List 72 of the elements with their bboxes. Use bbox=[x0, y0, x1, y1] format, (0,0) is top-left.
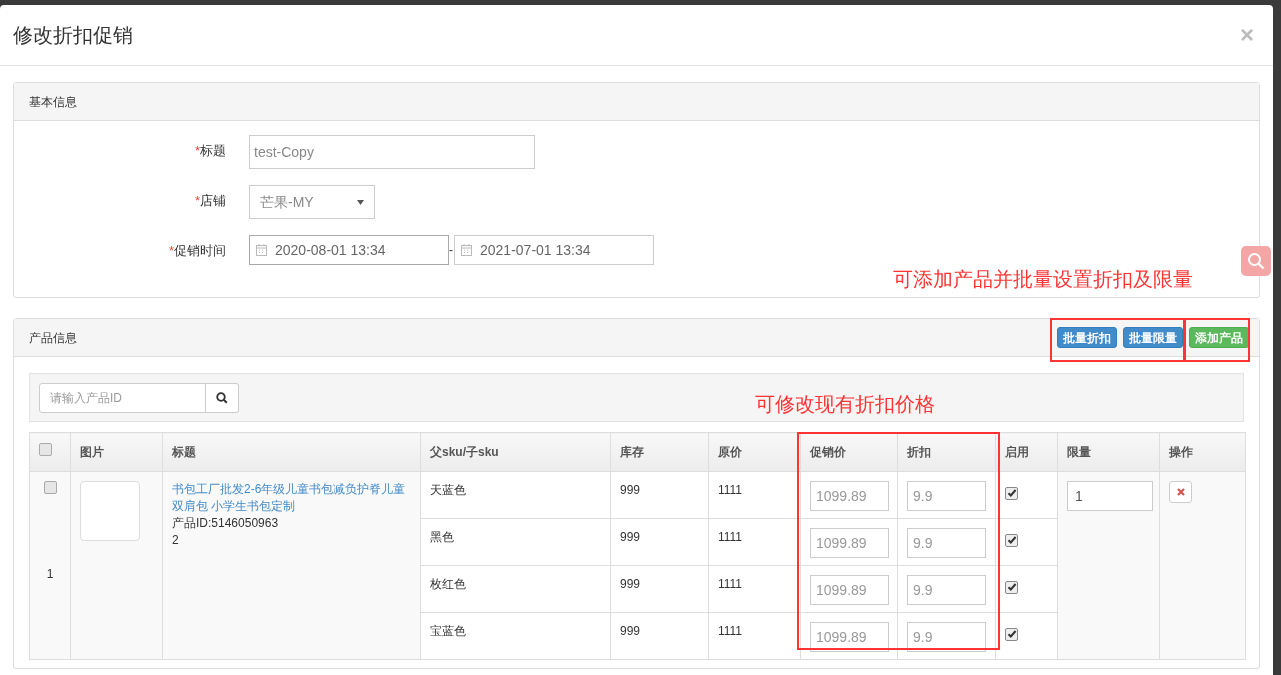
discount-input[interactable]: 9.9 bbox=[907, 575, 986, 605]
column-header: 库存 bbox=[620, 445, 644, 459]
delete-button[interactable] bbox=[1169, 481, 1192, 503]
check-icon bbox=[1006, 629, 1017, 639]
discount-input[interactable]: 9.9 bbox=[907, 622, 986, 652]
discount-input[interactable]: 9.9 bbox=[907, 528, 986, 558]
checkbox[interactable] bbox=[1005, 486, 1018, 500]
check-icon bbox=[1006, 582, 1017, 592]
end-date-field[interactable]: 2021-07-01 13:34 bbox=[454, 235, 654, 265]
column-header: 促销价 bbox=[810, 445, 846, 459]
column-header: 原价 bbox=[718, 445, 742, 459]
dropdown-caret-icon bbox=[357, 199, 364, 205]
date-separator: - bbox=[449, 242, 454, 259]
column-header: 父sku/子sku bbox=[430, 445, 499, 459]
product-id: 产品ID:5146050963 bbox=[172, 515, 280, 532]
checkbox[interactable] bbox=[43, 481, 57, 494]
original-price: 1111 bbox=[718, 624, 743, 638]
limit-input[interactable]: 1 bbox=[1067, 481, 1153, 511]
product-note: 2 bbox=[172, 532, 180, 549]
checkbox[interactable] bbox=[1005, 533, 1018, 547]
close-icon bbox=[1176, 488, 1185, 496]
column-header: 折扣 bbox=[907, 445, 931, 459]
column-header: 图片 bbox=[80, 445, 104, 459]
row-number: 1 bbox=[46, 567, 54, 581]
start-date-field[interactable]: 2020-08-01 13:34 bbox=[249, 235, 449, 265]
check-icon bbox=[1006, 488, 1017, 498]
field-label: *促销时间 bbox=[168, 243, 226, 258]
stock-value: 999 bbox=[620, 530, 641, 544]
original-price: 1111 bbox=[718, 530, 743, 544]
annotation-text: 可添加产品并批量设置折扣及限量 bbox=[893, 267, 1193, 292]
panel-heading: 基本信息 bbox=[29, 93, 77, 111]
checkbox[interactable] bbox=[1005, 627, 1018, 641]
stock-value: 999 bbox=[620, 624, 641, 638]
checkbox[interactable] bbox=[1005, 580, 1018, 594]
original-price: 1111 bbox=[718, 577, 743, 591]
stock-value: 999 bbox=[620, 577, 641, 591]
toolbar-button[interactable]: 添加产品 bbox=[1189, 327, 1249, 348]
column-header: 操作 bbox=[1169, 445, 1193, 459]
calendar-icon bbox=[461, 244, 472, 256]
product-id-search-field[interactable]: 请输入产品ID bbox=[39, 382, 206, 413]
sku-name: 宝蓝色 bbox=[430, 624, 466, 638]
shop-select[interactable]: 芒果-MY bbox=[249, 185, 375, 219]
column-header: 标题 bbox=[172, 445, 196, 459]
title-input[interactable]: test-Copy bbox=[249, 135, 535, 169]
product-image-placeholder bbox=[80, 481, 140, 541]
search-icon bbox=[216, 391, 228, 404]
toolbar-button[interactable]: 批量限量 bbox=[1123, 327, 1183, 348]
search-icon bbox=[1247, 252, 1265, 270]
column-header: 启用 bbox=[1005, 445, 1029, 459]
check-icon bbox=[1006, 535, 1017, 545]
close-button[interactable]: × bbox=[1240, 23, 1254, 47]
field-label: *标题 bbox=[194, 143, 226, 158]
promo-price-input[interactable]: 1099.89 bbox=[810, 622, 889, 652]
dialog-title: 修改折扣促销 bbox=[13, 23, 133, 48]
stock-value: 999 bbox=[620, 483, 641, 497]
sku-name: 黑色 bbox=[430, 530, 454, 544]
checkbox[interactable] bbox=[39, 443, 52, 456]
promo-price-input[interactable]: 1099.89 bbox=[810, 575, 889, 605]
search-button[interactable] bbox=[206, 382, 239, 413]
original-price: 1111 bbox=[718, 483, 743, 497]
toolbar-button[interactable]: 批量折扣 bbox=[1057, 327, 1117, 348]
calendar-icon bbox=[256, 244, 267, 256]
discount-input[interactable]: 9.9 bbox=[907, 481, 986, 511]
panel-heading: 产品信息 bbox=[29, 329, 77, 347]
sku-name: 天蓝色 bbox=[430, 483, 466, 497]
column-header: 限量 bbox=[1067, 445, 1091, 459]
promo-price-input[interactable]: 1099.89 bbox=[810, 528, 889, 558]
field-label: *店铺 bbox=[194, 193, 226, 208]
annotation-text: 可修改现有折扣价格 bbox=[755, 392, 935, 417]
promo-price-input[interactable]: 1099.89 bbox=[810, 481, 889, 511]
product-title-link[interactable]: 书包工厂批发2-6年级儿童书包减负护脊儿童双肩包 小学生书包定制 bbox=[172, 481, 411, 515]
sku-name: 枚红色 bbox=[430, 577, 466, 591]
